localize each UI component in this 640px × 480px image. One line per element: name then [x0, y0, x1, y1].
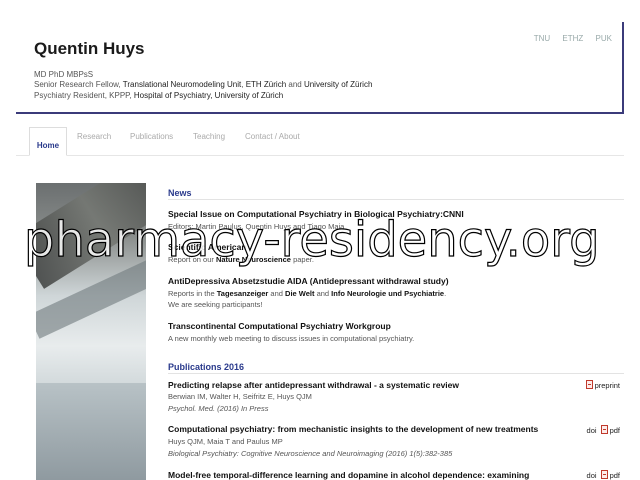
pub-title-3[interactable]: Model-free temporal-difference learning … — [168, 470, 529, 480]
top-links: TNU ETHZ PUK — [524, 34, 612, 43]
toplink-tnu[interactable]: TNU — [534, 34, 550, 43]
watermark-text: pharmacy-residency.org — [23, 211, 600, 268]
pdf-icon — [600, 425, 608, 434]
pub-journal-1: Psychol. Med. (2016) In Press — [168, 404, 269, 413]
news-line-3: Reports in the Tagesanzeiger and Die Wel… — [168, 289, 447, 298]
publications-heading: Publications 2016 — [168, 362, 245, 372]
doi-link[interactable]: doi — [587, 426, 597, 435]
pub-links-3: doi pdf — [587, 470, 620, 480]
news-rule — [168, 199, 624, 200]
pub-links-2: doi pdf — [587, 425, 620, 435]
tab-publications[interactable]: Publications — [130, 132, 173, 141]
toplink-ethz[interactable]: ETHZ — [562, 34, 583, 43]
hospital-link[interactable]: Hospital of Psychiatry, University of Zü… — [134, 91, 283, 100]
uzh-link[interactable]: University of Zürich — [304, 80, 372, 89]
news-title-4[interactable]: Transcontinental Computational Psychiatr… — [168, 321, 391, 331]
pdf-link[interactable]: pdf — [610, 426, 620, 435]
pub-authors-2: Huys QJM, Maia T and Paulus MP — [168, 437, 283, 446]
pub-authors-1: Berwian IM, Walter H, Seifritz E, Huys Q… — [168, 392, 312, 401]
pub-links-1: preprint — [582, 380, 620, 390]
news-heading: News — [168, 188, 192, 198]
tab-teaching[interactable]: Teaching — [193, 132, 225, 141]
tab-research[interactable]: Research — [77, 132, 111, 141]
nav-bar: Home Research Publications Teaching Cont… — [16, 126, 624, 156]
page-title: Quentin Huys — [34, 39, 145, 58]
pdf-icon — [600, 470, 608, 479]
tnu-link[interactable]: Translational Neuromodeling Unit — [123, 80, 241, 89]
news-title-3[interactable]: AntiDepressiva Absetzstudie AIDA (Antide… — [168, 276, 449, 286]
tab-contact[interactable]: Contact / About — [245, 132, 300, 141]
position-line-2: Psychiatry Resident, KPPP, Hospital of P… — [34, 91, 284, 100]
news-line-4: A new monthly web meeting to discuss iss… — [168, 334, 415, 343]
tab-home[interactable]: Home — [29, 127, 67, 156]
header: Quentin Huys MD PhD MBPsS Senior Researc… — [16, 22, 624, 114]
pub-title-1[interactable]: Predicting relapse after antidepressant … — [168, 380, 459, 390]
eth-link[interactable]: ETH Zürich — [246, 80, 286, 89]
news-line-3b: We are seeking participants! — [168, 300, 263, 309]
publications-rule — [168, 373, 624, 374]
position-line-1: Senior Research Fellow, Translational Ne… — [34, 80, 373, 89]
pdf-link[interactable]: pdf — [610, 471, 620, 480]
pdf-icon — [585, 380, 593, 389]
doi-link[interactable]: doi — [587, 471, 597, 480]
preprint-link[interactable]: preprint — [595, 381, 620, 390]
degrees: MD PhD MBPsS — [34, 70, 94, 79]
toplink-puk[interactable]: PUK — [596, 34, 612, 43]
pub-journal-2: Biological Psychiatry: Cognitive Neurosc… — [168, 449, 453, 458]
pub-title-2[interactable]: Computational psychiatry: from mechanist… — [168, 424, 538, 434]
